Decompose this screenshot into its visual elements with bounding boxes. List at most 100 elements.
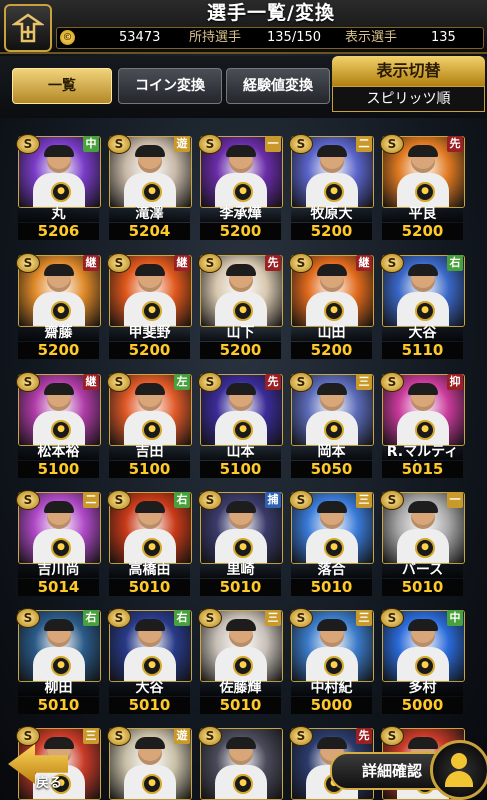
team-logo-button[interactable] bbox=[4, 4, 52, 52]
player-cap bbox=[226, 501, 256, 513]
player-cap bbox=[135, 737, 165, 749]
spirit-value: 5010 bbox=[382, 579, 463, 596]
spirit-value: 5200 bbox=[291, 342, 372, 359]
player-card[interactable]: ● S 右柳田 5010 bbox=[16, 608, 101, 715]
spirit-value: 5010 bbox=[109, 697, 190, 714]
player-name: 里崎 bbox=[200, 562, 281, 578]
player-name: 平良 bbox=[382, 206, 463, 222]
position-badge: 継 bbox=[174, 255, 190, 271]
player-card[interactable]: ● S 三中村紀 5000 bbox=[289, 608, 374, 715]
tab-exp-convert[interactable]: 経験値変換 bbox=[226, 68, 330, 104]
player-name: 吉川尚 bbox=[18, 562, 99, 578]
position-badge: 中 bbox=[447, 610, 463, 626]
player-card[interactable]: ● S 中丸 5206 bbox=[16, 134, 101, 241]
player-card[interactable]: ● S 継松本裕 5100 bbox=[16, 372, 101, 479]
lock-icon: ● bbox=[142, 538, 162, 558]
player-name: 李承燁 bbox=[200, 206, 281, 222]
player-cap bbox=[317, 264, 347, 276]
player-cap bbox=[408, 383, 438, 395]
player-card[interactable]: ● S 継山田 5200 bbox=[289, 253, 374, 360]
player-card[interactable]: ● S 抑 R.マルティネス5015 bbox=[380, 372, 465, 479]
player-card[interactable]: ● S 継甲斐野 5200 bbox=[107, 253, 192, 360]
player-card[interactable]: ● S 三岡本 5050 bbox=[289, 372, 374, 479]
spirit-value: 5010 bbox=[200, 697, 281, 714]
position-badge: 右 bbox=[174, 492, 190, 508]
player-card[interactable]: ● S 二吉川尚 5014 bbox=[16, 490, 101, 597]
lock-icon: ● bbox=[233, 420, 253, 440]
player-card[interactable]: ● S 先山下 5200 bbox=[198, 253, 283, 360]
player-cap bbox=[135, 264, 165, 276]
spirit-value: 5000 bbox=[291, 697, 372, 714]
player-name: 落合 bbox=[291, 562, 372, 578]
spirit-value: 5206 bbox=[18, 223, 99, 240]
player-card[interactable]: ● S 先平良 5200 bbox=[380, 134, 465, 241]
player-card[interactable]: ● S 継齋藤 5200 bbox=[16, 253, 101, 360]
lock-icon: ● bbox=[51, 420, 71, 440]
rank-badge: S bbox=[107, 253, 131, 273]
player-card[interactable]: ● S 左吉田 5100 bbox=[107, 372, 192, 479]
sort-toggle-title: 表示切替 bbox=[332, 56, 485, 86]
rank-badge: S bbox=[198, 490, 222, 510]
spirit-value: 5014 bbox=[18, 579, 99, 596]
rank-badge: S bbox=[289, 726, 313, 746]
player-cap bbox=[317, 383, 347, 395]
back-button[interactable]: 戻る bbox=[0, 740, 110, 800]
lock-icon: ● bbox=[415, 538, 435, 558]
position-badge: 遊 bbox=[174, 728, 190, 744]
rank-badge: S bbox=[107, 134, 131, 154]
player-card[interactable]: ● S 中多村 5000 bbox=[380, 608, 465, 715]
spirit-value: 5110 bbox=[382, 342, 463, 359]
position-badge: 三 bbox=[265, 610, 281, 626]
rank-badge: S bbox=[380, 253, 404, 273]
player-grid: ● S 中丸 5206 ● S 遊滝澤 5204 ● S 一李承燁 5200 ● S 二牧原大 5200 ● S 先… bbox=[16, 134, 476, 800]
player-cap bbox=[317, 145, 347, 157]
player-card[interactable]: ●S bbox=[198, 726, 283, 800]
player-cap bbox=[135, 501, 165, 513]
lock-icon: ● bbox=[233, 656, 253, 676]
player-cap bbox=[317, 501, 347, 513]
player-card[interactable]: ● S 右高橋由 5010 bbox=[107, 490, 192, 597]
player-card[interactable]: ● S 一バース 5010 bbox=[380, 490, 465, 597]
position-badge: 継 bbox=[83, 255, 99, 271]
rank-badge: S bbox=[16, 372, 40, 392]
rank-badge: S bbox=[198, 372, 222, 392]
player-cap bbox=[135, 619, 165, 631]
player-card[interactable]: ● S 遊 bbox=[107, 726, 192, 800]
player-name: 柳田 bbox=[18, 680, 99, 696]
tab-coin-convert[interactable]: コイン変換 bbox=[118, 68, 222, 104]
detail-button[interactable]: 詳細確認 bbox=[330, 740, 487, 800]
rank-badge: S bbox=[16, 253, 40, 273]
rank-badge: S bbox=[198, 134, 222, 154]
position-badge: 継 bbox=[83, 374, 99, 390]
player-card[interactable]: ● S 一李承燁 5200 bbox=[198, 134, 283, 241]
player-card[interactable]: ● S 先山本 5100 bbox=[198, 372, 283, 479]
player-name: 佐藤輝 bbox=[200, 680, 281, 696]
position-badge: 一 bbox=[265, 136, 281, 152]
tab-list[interactable]: 一覧 bbox=[12, 68, 112, 104]
player-card[interactable]: ● S 二牧原大 5200 bbox=[289, 134, 374, 241]
rank-badge: S bbox=[289, 490, 313, 510]
player-card[interactable]: ● S 三落合 5010 bbox=[289, 490, 374, 597]
player-cap bbox=[226, 145, 256, 157]
player-card[interactable]: ● S 右大谷 5110 bbox=[380, 253, 465, 360]
spirit-value: 5100 bbox=[200, 461, 281, 478]
spirit-value: 5010 bbox=[18, 697, 99, 714]
sort-toggle[interactable]: 表示切替 スピリッツ順 bbox=[332, 56, 485, 112]
player-card[interactable]: ● S 遊滝澤 5204 bbox=[107, 134, 192, 241]
player-card[interactable]: ● S 三佐藤輝 5010 bbox=[198, 608, 283, 715]
player-card[interactable]: ● S 捕里崎 5010 bbox=[198, 490, 283, 597]
player-card[interactable]: ● S 右大谷 5010 bbox=[107, 608, 192, 715]
player-cap bbox=[408, 501, 438, 513]
player-name: 中村紀 bbox=[291, 680, 372, 696]
lock-icon: ● bbox=[324, 420, 344, 440]
player-name: 山本 bbox=[200, 444, 281, 460]
player-cap bbox=[226, 383, 256, 395]
player-cap bbox=[226, 737, 256, 749]
coin-icon: © bbox=[60, 30, 75, 45]
player-name: 高橋由 bbox=[109, 562, 190, 578]
lock-icon: ● bbox=[51, 301, 71, 321]
owned-count: 135/150 bbox=[267, 30, 322, 45]
lock-icon: ● bbox=[233, 301, 253, 321]
sort-toggle-value: スピリッツ順 bbox=[332, 86, 485, 112]
rank-badge: S bbox=[107, 372, 131, 392]
